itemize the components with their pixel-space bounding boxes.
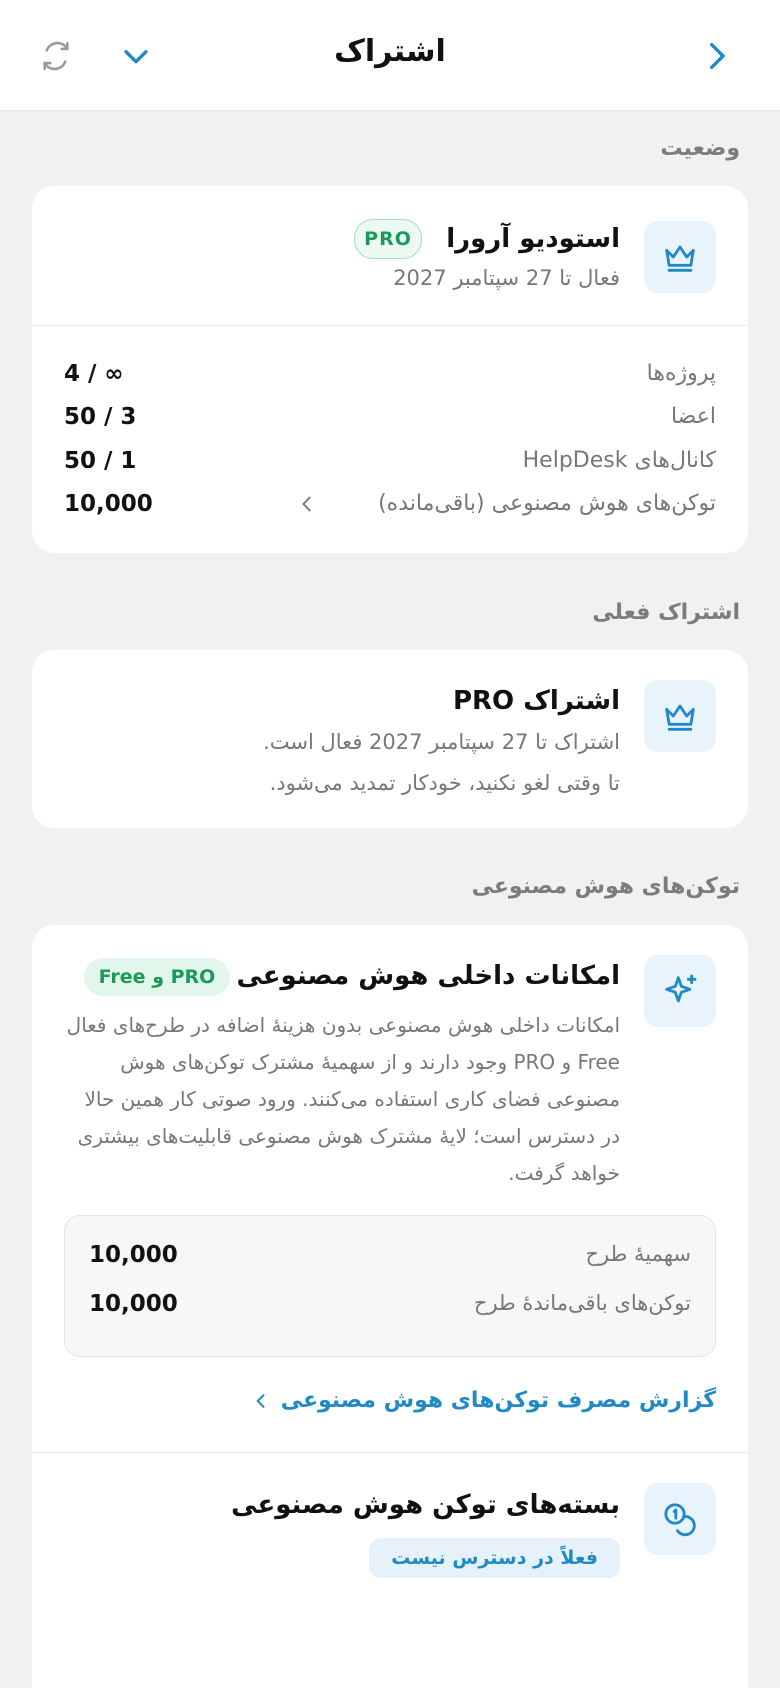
workspace-name: استودیو آرورا — [446, 224, 620, 254]
ai-features-description: امکانات داخلی هوش مصنوعی بدون هزینهٔ اضا… — [66, 1013, 620, 1185]
current-plan-expiry: اشتراک تا 27 سپتامبر 2027 فعال است. — [263, 730, 620, 754]
stat-row-projects: پروژه‌ها 4 / ∞ — [64, 361, 716, 401]
quota-row-plan: سهمیهٔ طرح 10,000 — [89, 1242, 691, 1276]
crown-icon — [644, 221, 716, 293]
card-divider — [32, 1452, 748, 1453]
top-bar: اشتراک — [0, 0, 780, 111]
stat-value: 10,000 — [64, 491, 153, 517]
subscription-screen: اشتراک وضعیت استودیو آرورا PRO فعال تا 2… — [0, 0, 780, 1688]
page-title: اشتراک — [334, 34, 446, 69]
stat-row-ai-tokens[interactable]: توکن‌های هوش مصنوعی (باقی‌مانده) 10,000 — [64, 491, 716, 531]
usage-report-link[interactable]: گزارش مصرف توکن‌های هوش مصنوعی — [251, 1388, 716, 1413]
quota-label: توکن‌های باقی‌ماندهٔ طرح — [473, 1291, 691, 1315]
stat-label: پروژه‌ها — [646, 361, 716, 386]
status-card: استودیو آرورا PRO فعال تا 27 سپتامبر 202… — [32, 186, 748, 553]
quota-value: 10,000 — [89, 1291, 178, 1317]
stat-row-members: اعضا 50 / 3 — [64, 404, 716, 444]
chevron-left-icon — [256, 1393, 265, 1408]
ai-features-title: امکانات داخلی هوش مصنوعی — [236, 961, 620, 991]
plans-badge: Free و PRO — [84, 958, 230, 996]
coins-icon — [644, 1483, 716, 1555]
quota-value: 10,000 — [89, 1242, 178, 1268]
quota-box: سهمیهٔ طرح 10,000 توکن‌های باقی‌ماندهٔ ط… — [64, 1215, 716, 1357]
quota-label: سهمیهٔ طرح — [585, 1242, 691, 1266]
stat-label: کانال‌های HelpDesk — [522, 448, 716, 473]
current-plan-title: اشتراک PRO — [452, 686, 620, 716]
plan-badge: PRO — [354, 219, 422, 259]
chevron-left-icon — [302, 496, 311, 512]
section-label-status: وضعیت — [660, 136, 740, 161]
ai-features-card: امکانات داخلی هوش مصنوعی Free و PRO امکا… — [32, 925, 748, 1688]
section-label-ai: توکن‌های هوش مصنوعی — [471, 874, 740, 899]
current-plan-renewal: تا وقتی لغو نکنید، خودکار تمدید می‌شود. — [269, 771, 620, 795]
current-plan-card: اشتراک PRO اشتراک تا 27 سپتامبر 2027 فعا… — [32, 650, 748, 828]
stat-value: 50 / 1 — [64, 448, 137, 474]
sparkle-icon — [644, 955, 716, 1027]
section-label-current: اشتراک فعلی — [592, 600, 740, 625]
chevron-right-icon[interactable] — [696, 36, 736, 76]
stat-value: 4 / ∞ — [64, 361, 124, 387]
active-until: فعال تا 27 سپتامبر 2027 — [393, 266, 620, 290]
token-packs-title: بسته‌های توکن هوش مصنوعی — [231, 1490, 620, 1520]
stat-label: توکن‌های هوش مصنوعی (باقی‌مانده) — [378, 491, 716, 516]
card-divider — [32, 325, 748, 326]
quota-row-remaining: توکن‌های باقی‌ماندهٔ طرح 10,000 — [89, 1291, 691, 1325]
stat-row-helpdesk: کانال‌های HelpDesk 50 / 1 — [64, 448, 716, 488]
stat-label: اعضا — [670, 404, 716, 429]
usage-report-label: گزارش مصرف توکن‌های هوش مصنوعی — [280, 1388, 716, 1413]
crown-icon — [644, 680, 716, 752]
stat-value: 50 / 3 — [64, 404, 137, 430]
unavailable-badge: فعلاً در دسترس نیست — [369, 1538, 620, 1578]
